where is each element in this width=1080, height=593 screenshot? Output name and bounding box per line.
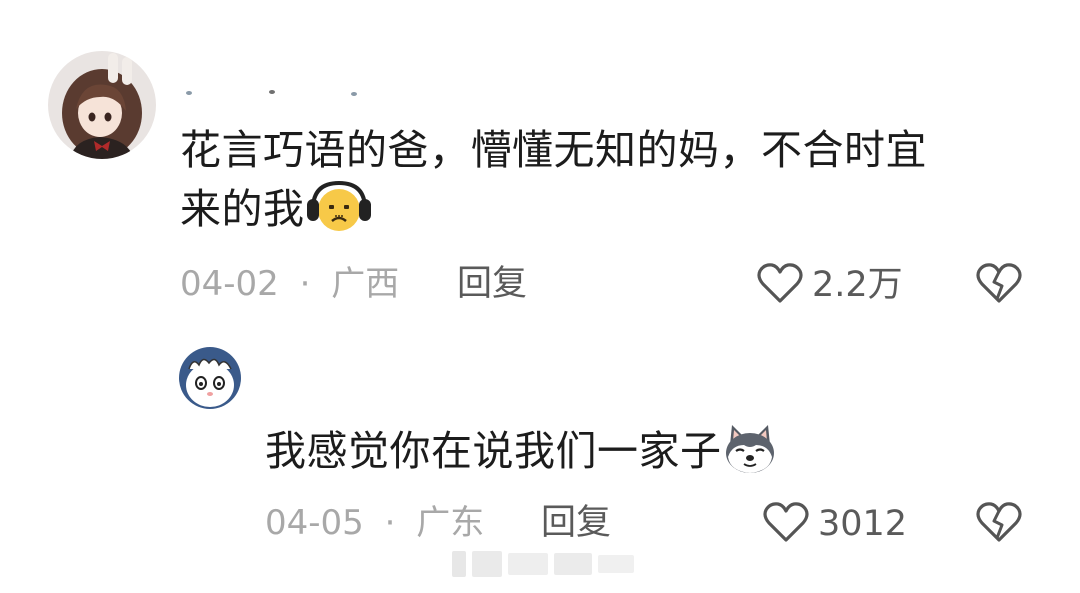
broken-heart-icon — [975, 502, 1023, 548]
comment-location: 广西 — [331, 264, 400, 304]
comment-date: 04-02 — [180, 264, 279, 304]
username-masked[interactable] — [180, 70, 380, 110]
comment-text-line-1: 花言巧语的爸，懵懂无知的妈，不合时宜 — [180, 126, 927, 174]
avatar-image — [48, 51, 156, 159]
reply-button[interactable]: 回复 — [541, 503, 611, 543]
husky-dog-emoji-icon — [722, 423, 778, 490]
avatar-image — [179, 347, 241, 409]
comment-meta: 04-02 · 广西 — [180, 264, 399, 304]
comment-body: 花言巧语的爸，懵懂无知的妈，不合时宜 来的我 — [180, 121, 1040, 248]
heart-outline-icon — [762, 500, 810, 548]
heart-outline-icon — [756, 261, 804, 309]
like-button[interactable]: 2.2万 — [756, 261, 903, 309]
reply-body: 我感觉你在说我们一家子 — [265, 422, 1025, 490]
comment-text-line-2: 来的我 — [180, 179, 1040, 248]
like-count: 2.2万 — [812, 265, 903, 305]
meta-separator: · — [384, 503, 396, 543]
like-count: 3012 — [818, 504, 908, 544]
dislike-button[interactable] — [975, 500, 1023, 548]
reply-button[interactable]: 回复 — [457, 264, 527, 304]
reply-location: 广东 — [416, 503, 485, 543]
broken-heart-icon — [975, 263, 1023, 309]
comment-text-line-2-text: 来的我 — [180, 185, 305, 233]
reply-meta: 04-05 · 广东 — [265, 503, 484, 543]
masked-username-dots — [186, 90, 357, 96]
commenter-avatar[interactable] — [48, 51, 156, 159]
reply-text: 我感觉你在说我们一家子 — [265, 427, 722, 475]
watermark — [452, 547, 636, 581]
reply-date: 04-05 — [265, 503, 364, 543]
comment-thread: 花言巧语的爸，懵懂无知的妈，不合时宜 来的我 04-02 · 广西 回复 2.2… — [0, 0, 1080, 593]
replier-avatar[interactable] — [179, 347, 241, 409]
meta-separator: · — [299, 264, 311, 304]
dislike-button[interactable] — [975, 261, 1023, 309]
headphones-face-emoji-icon — [305, 179, 373, 248]
like-button[interactable]: 3012 — [762, 500, 907, 548]
